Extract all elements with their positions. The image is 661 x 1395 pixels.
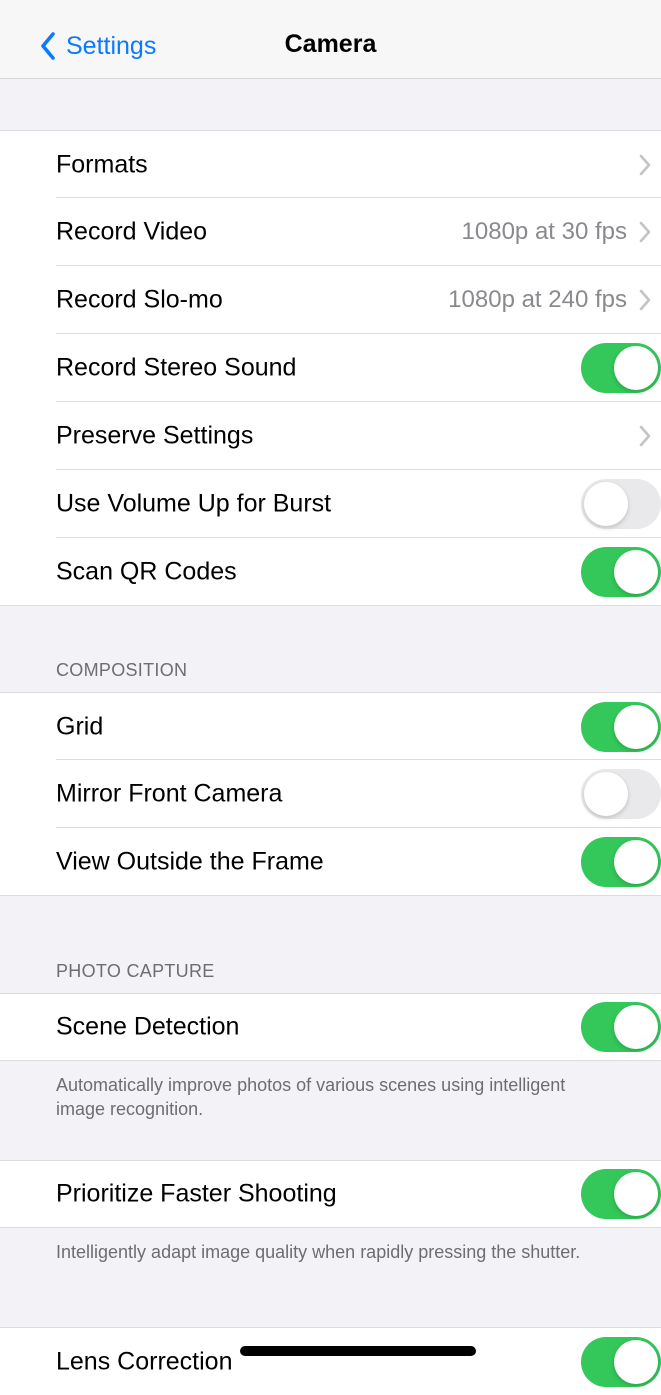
- chevron-right-icon: [639, 289, 651, 311]
- toggle-knob: [614, 704, 658, 749]
- formats-label: Formats: [56, 150, 148, 178]
- composition-header: COMPOSITION: [56, 660, 188, 680]
- view-outside-frame-label: View Outside the Frame: [56, 847, 324, 875]
- toggle-knob: [614, 549, 658, 594]
- record-slomo-row[interactable]: Record Slo-mo 1080p at 240 fps: [0, 266, 661, 334]
- back-button[interactable]: Settings: [40, 28, 156, 64]
- volume-up-burst-row: Use Volume Up for Burst: [0, 470, 661, 538]
- record-stereo-sound-label: Record Stereo Sound: [56, 353, 297, 382]
- chevron-right-icon: [639, 425, 651, 447]
- lens-correction-row: Lens Correction: [0, 1327, 661, 1395]
- toggle-knob: [614, 1005, 658, 1049]
- chevron-left-icon: [41, 32, 55, 60]
- record-stereo-sound-row: Record Stereo Sound: [0, 334, 661, 402]
- mirror-front-camera-toggle[interactable]: [581, 769, 661, 819]
- record-video-value: 1080p at 30 fps: [461, 218, 627, 245]
- lens-correction-toggle[interactable]: [581, 1336, 661, 1387]
- preserve-settings-row[interactable]: Preserve Settings: [0, 402, 661, 470]
- mirror-front-camera-label: Mirror Front Camera: [56, 779, 283, 808]
- navigation-bar: Settings Camera: [0, 0, 661, 79]
- scan-qr-codes-toggle[interactable]: [581, 546, 661, 597]
- prioritize-faster-shooting-footer: Intelligently adapt image quality when r…: [56, 1242, 581, 1262]
- record-video-label: Record Video: [56, 217, 208, 246]
- scene-detection-label: Scene Detection: [56, 1012, 240, 1041]
- preserve-settings-label: Preserve Settings: [56, 421, 254, 450]
- record-video-row[interactable]: Record Video 1080p at 30 fps: [0, 198, 661, 266]
- toggle-knob: [614, 839, 658, 884]
- prioritize-faster-shooting-toggle[interactable]: [581, 1169, 661, 1219]
- scan-qr-codes-label: Scan QR Codes: [56, 557, 237, 585]
- scene-detection-row: Scene Detection: [0, 993, 661, 1061]
- record-slomo-value: 1080p at 240 fps: [448, 286, 627, 313]
- toggle-knob: [584, 772, 628, 816]
- home-indicator: [240, 1346, 476, 1356]
- mirror-front-camera-row: Mirror Front Camera: [0, 760, 661, 828]
- volume-up-burst-toggle[interactable]: [581, 479, 661, 529]
- scene-detection-toggle[interactable]: [581, 1002, 661, 1052]
- volume-up-burst-label: Use Volume Up for Burst: [56, 489, 332, 518]
- grid-row: Grid: [0, 692, 661, 760]
- toggle-knob: [584, 482, 628, 526]
- toggle-knob: [614, 1339, 658, 1384]
- record-slomo-label: Record Slo-mo: [56, 285, 223, 314]
- formats-row[interactable]: Formats: [0, 130, 661, 198]
- grid-toggle[interactable]: [581, 701, 661, 752]
- prioritize-faster-shooting-label: Prioritize Faster Shooting: [56, 1179, 337, 1208]
- photo-capture-header: PHOTO CAPTURE: [56, 961, 215, 981]
- prioritize-faster-shooting-row: Prioritize Faster Shooting: [0, 1160, 661, 1228]
- scan-qr-codes-row: Scan QR Codes: [0, 538, 661, 606]
- chevron-right-icon: [639, 221, 651, 243]
- chevron-right-icon: [639, 154, 651, 175]
- grid-label: Grid: [56, 712, 104, 740]
- toggle-knob: [614, 346, 658, 390]
- lens-correction-label: Lens Correction: [56, 1347, 233, 1375]
- view-outside-frame-toggle[interactable]: [581, 836, 661, 887]
- back-button-label: Settings: [66, 31, 157, 60]
- record-stereo-sound-toggle[interactable]: [581, 343, 661, 393]
- scene-detection-footer: Automatically improve photos of various …: [56, 1075, 566, 1119]
- toggle-knob: [614, 1172, 658, 1216]
- view-outside-frame-row: View Outside the Frame: [0, 828, 661, 896]
